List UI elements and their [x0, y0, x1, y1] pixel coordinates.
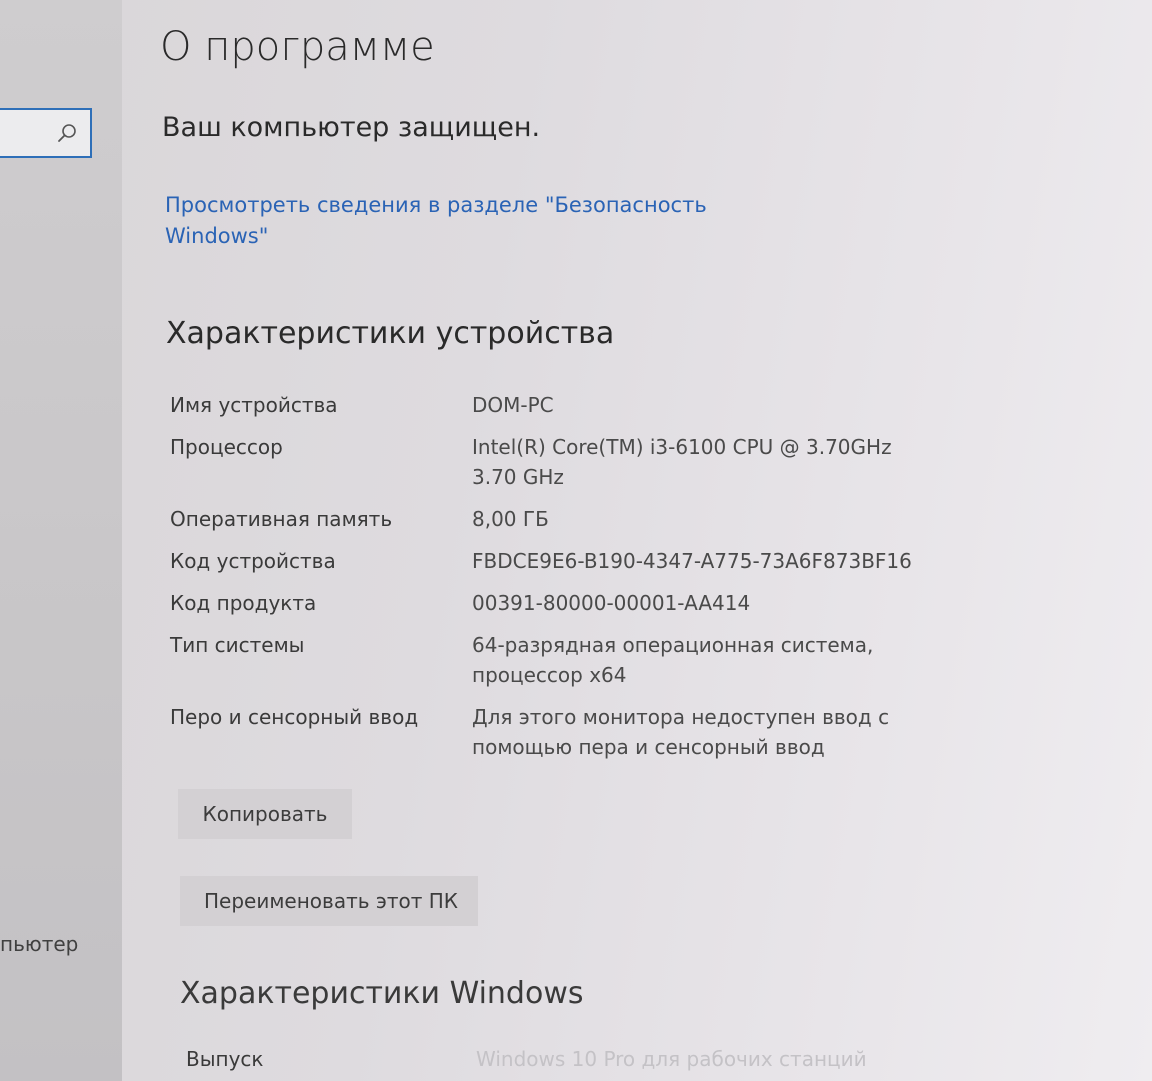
- spec-row-system-type: Тип системы 64-разрядная операционная си…: [170, 630, 990, 690]
- spec-value: DOM-PC: [472, 393, 554, 417]
- spec-row-pen-touch: Перо и сенсорный ввод Для этого монитора…: [170, 702, 990, 762]
- spec-row-product-id: Код продукта 00391-80000-00001-AA414: [170, 588, 990, 618]
- spec-value: 8,00 ГБ: [472, 507, 549, 531]
- copy-button[interactable]: Копировать: [178, 789, 352, 839]
- spec-value: Intel(R) Core(TM) i3-6100 CPU @ 3.70GHz …: [472, 435, 892, 489]
- spec-row-processor: Процессор Intel(R) Core(TM) i3-6100 CPU …: [170, 432, 990, 492]
- device-specs-table: Имя устройства DOM-PC Процессор Intel(R)…: [170, 390, 990, 774]
- spec-row-device-id: Код устройства FBDCE9E6-B190-4347-A775-7…: [170, 546, 990, 576]
- main-content: О программе Ваш компьютер защищен. Просм…: [122, 0, 1152, 1081]
- page-title: О программе: [160, 24, 435, 70]
- spec-value: Для этого монитора недоступен ввод с пом…: [472, 705, 890, 759]
- spec-label: Оперативная память: [170, 507, 393, 531]
- spec-label: Имя устройства: [170, 393, 338, 417]
- spec-value: 64-разрядная операционная система, проце…: [472, 633, 874, 687]
- spec-value: 00391-80000-00001-AA414: [472, 591, 751, 615]
- search-input[interactable]: [0, 108, 92, 158]
- spec-label: Выпуск: [186, 1047, 264, 1071]
- spec-row-ram: Оперативная память 8,00 ГБ: [170, 504, 990, 534]
- spec-label: Код устройства: [170, 549, 336, 573]
- spec-label: Перо и сенсорный ввод: [170, 705, 419, 729]
- spec-row-device-name: Имя устройства DOM-PC: [170, 390, 990, 420]
- spec-label: Процессор: [170, 435, 283, 459]
- spec-value: Windows 10 Pro для рабочих станций: [476, 1047, 867, 1071]
- spec-value: FBDCE9E6-B190-4347-A775-73A6F873BF16: [472, 549, 912, 573]
- search-icon[interactable]: [56, 122, 78, 144]
- rename-pc-button[interactable]: Переименовать этот ПК: [180, 876, 478, 926]
- protection-status: Ваш компьютер защищен.: [162, 112, 541, 143]
- device-specs-title: Характеристики устройства: [166, 316, 615, 351]
- windows-specs-title: Характеристики Windows: [180, 976, 584, 1011]
- spec-label: Тип системы: [170, 633, 305, 657]
- sidebar-item-computer[interactable]: пьютер: [0, 932, 78, 956]
- security-details-link[interactable]: Просмотреть сведения в разделе "Безопасн…: [165, 190, 725, 252]
- spec-label: Код продукта: [170, 591, 317, 615]
- spec-row-edition: Выпуск Windows 10 Pro для рабочих станци…: [186, 1044, 946, 1074]
- sidebar: пьютер: [0, 0, 122, 1081]
